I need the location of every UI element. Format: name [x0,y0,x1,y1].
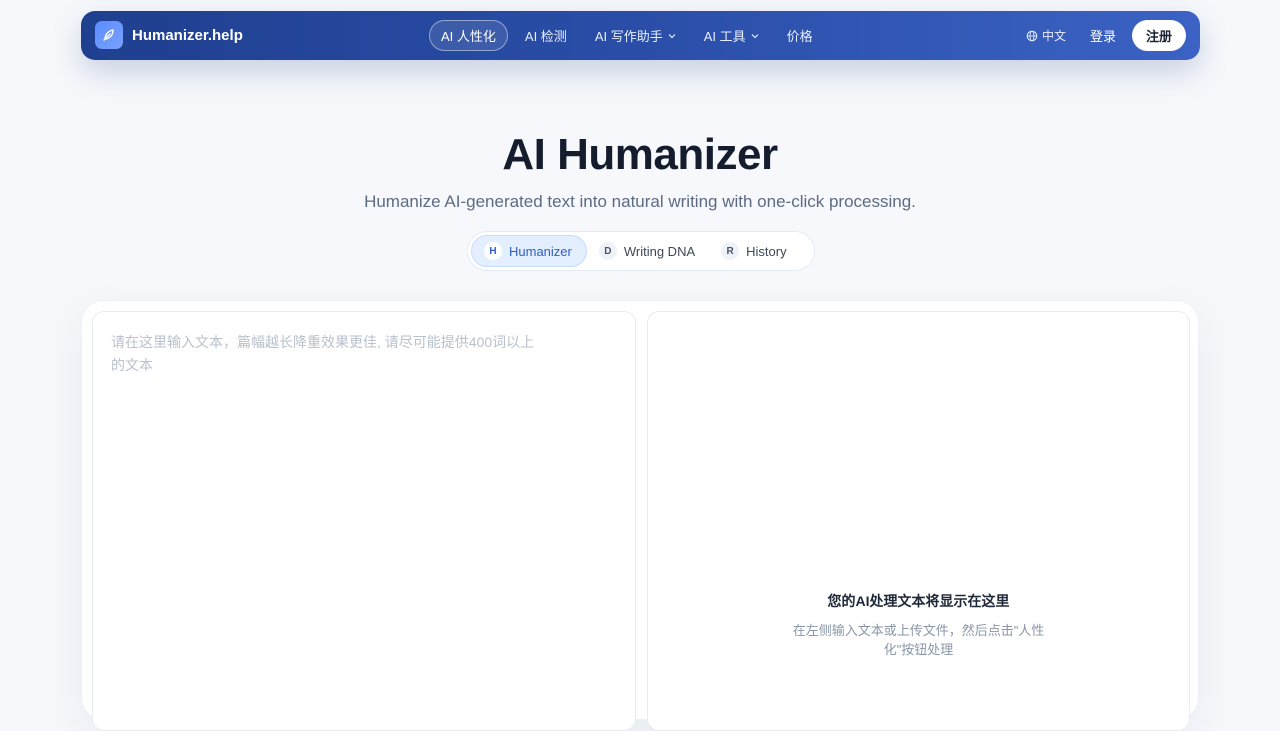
top-navbar: Humanizer.help AI 人性化 AI 检测 AI 写作助手 AI 工… [81,11,1200,60]
output-empty-title: 您的AI处理文本将显示在这里 [827,593,1010,609]
tab-badge: R [721,242,740,260]
nav-link-pricing[interactable]: 价格 [776,20,824,51]
nav-link-ai-humanize[interactable]: AI 人性化 [429,20,508,51]
tab-history[interactable]: R History [709,235,800,267]
output-empty-state: 您的AI处理文本将显示在这里 在左侧输入文本或上传文件，然后点击"人性化"按钮处… [648,591,1189,659]
nav-link-label: AI 写作助手 [594,29,663,44]
chevron-down-icon [668,33,676,38]
feather-pen-icon [95,21,123,49]
tab-badge: H [484,242,502,260]
output-panel: 您的AI处理文本将显示在这里 在左侧输入文本或上传文件，然后点击"人性化"按钮处… [647,311,1190,731]
tab-label: Writing DNA [623,243,696,259]
tab-humanizer[interactable]: H Humanizer [471,235,587,267]
nav-link-label: AI 工具 [703,29,746,44]
input-panel [92,311,636,731]
nav-link-label: 价格 [786,29,813,44]
tab-writing-dna[interactable]: D Writing DNA [587,235,709,267]
nav-link-ai-tools[interactable]: AI 工具 [693,20,770,51]
tab-badge: D [598,242,617,260]
nav-link-label: AI 人性化 [441,29,496,44]
brand[interactable]: Humanizer.help [95,21,243,49]
tab-label: History [746,243,787,259]
login-button[interactable]: 登录 [1090,26,1116,45]
language-switcher[interactable]: 中文 [1026,27,1066,44]
globe-icon [1026,30,1038,41]
page-subtitle: Humanize AI-generated text into natural … [364,192,916,211]
language-label: 中文 [1041,29,1066,43]
nav-link-label: AI 检测 [524,29,567,44]
signup-button[interactable]: 注册 [1132,20,1186,51]
output-empty-hint: 在左侧输入文本或上传文件，然后点击"人性化"按钮处理 [792,623,1045,657]
nav-link-ai-writing-assistant[interactable]: AI 写作助手 [584,20,687,51]
text-input[interactable] [93,312,635,730]
editor-workspace: 您的AI处理文本将显示在这里 在左侧输入文本或上传文件，然后点击"人性化"按钮处… [81,300,1199,731]
brand-name: Humanizer.help [132,26,243,44]
page-title: AI Humanizer [502,130,778,179]
nav-links: AI 人性化 AI 检测 AI 写作助手 AI 工具 价格 [429,20,830,51]
mode-tabs: H Humanizer D Writing DNA R History [467,231,815,271]
nav-link-ai-detect[interactable]: AI 检测 [514,20,578,51]
chevron-down-icon [751,33,759,38]
nav-right: 中文 登录 注册 [1026,20,1186,51]
tab-label: Humanizer [509,243,572,259]
